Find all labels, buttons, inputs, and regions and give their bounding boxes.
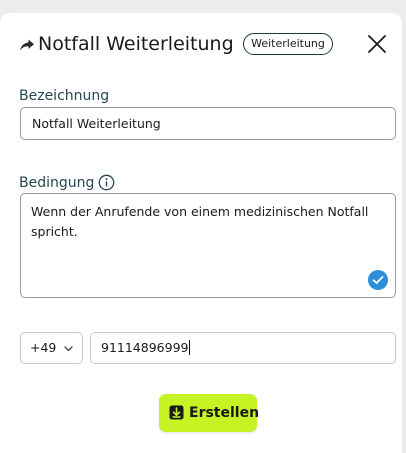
text-caret bbox=[189, 340, 191, 355]
country-code-value: +49 bbox=[30, 340, 57, 355]
share-arrow-icon bbox=[20, 39, 34, 51]
chevron-down-icon bbox=[64, 346, 73, 352]
name-input[interactable] bbox=[20, 107, 396, 140]
create-button[interactable]: Erstellen bbox=[159, 394, 260, 432]
info-icon[interactable] bbox=[98, 174, 115, 191]
check-icon bbox=[368, 270, 388, 290]
close-icon[interactable] bbox=[366, 33, 388, 55]
condition-label: Bedingung bbox=[19, 175, 95, 191]
download-arrow-icon bbox=[169, 405, 184, 420]
create-button-label: Erstellen bbox=[189, 405, 260, 421]
country-code-select[interactable]: +49 bbox=[20, 332, 83, 364]
condition-textarea[interactable]: Wenn der Anrufende von einem medizinisch… bbox=[20, 193, 396, 298]
phone-number-input[interactable]: 91114896999 bbox=[90, 332, 396, 364]
forwarding-dialog: Notfall Weiterleitung Weiterleitung Beze… bbox=[0, 13, 402, 453]
name-label: Bezeichnung bbox=[19, 88, 110, 104]
dialog-title: Notfall Weiterleitung bbox=[38, 33, 234, 55]
phone-number-text: 91114896999 bbox=[101, 340, 189, 355]
phone-number-value: 91114896999 bbox=[101, 340, 191, 356]
type-badge: Weiterleitung bbox=[243, 33, 333, 55]
